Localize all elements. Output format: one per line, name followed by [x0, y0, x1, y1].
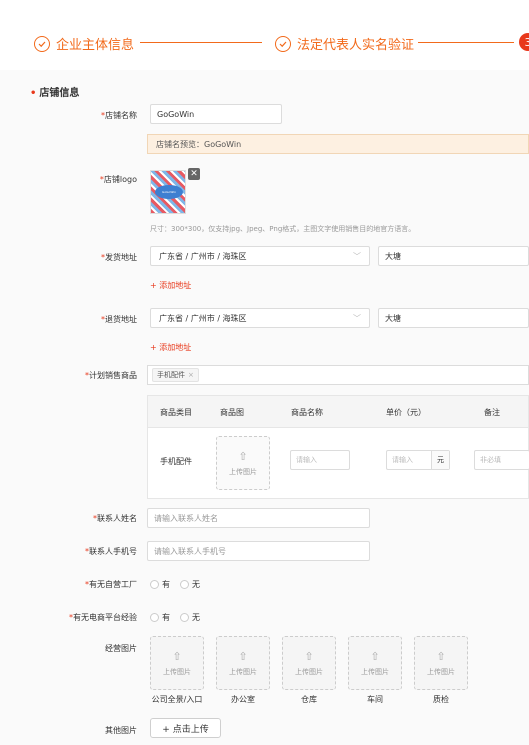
- th-name: 商品名称: [291, 408, 323, 417]
- close-icon[interactable]: ×: [188, 371, 194, 379]
- goods-table: 商品类目 商品图 商品名称 单价（元） 备注 手机配件 ⇧ 上传图片 请输入 请…: [147, 395, 529, 499]
- logo-hint: 尺寸：300*300，仅支持jpg、Jpeg、Png格式，主图文字使用销售目的地…: [150, 225, 416, 233]
- close-icon[interactable]: ✕: [188, 168, 200, 180]
- upload-label: 上传图片: [163, 667, 191, 676]
- contact-phone-label: *联系人手机号: [85, 547, 137, 556]
- step-label: 企业主体信息: [56, 38, 135, 53]
- contact-name-label: *联系人姓名: [93, 514, 137, 523]
- ecommerce-exp-label: *有无电商平台经验: [69, 613, 137, 622]
- add-return-address-link[interactable]: + 添加地址: [150, 342, 191, 353]
- price-unit: 元: [431, 451, 449, 469]
- shop-name-input[interactable]: GoGoWin: [150, 104, 282, 124]
- upload-icon: ⇧: [238, 649, 248, 663]
- step-connector: [140, 42, 262, 43]
- upload-icon: ⇧: [172, 649, 182, 663]
- upload-icon: ⇧: [370, 649, 380, 663]
- return-address-label: *退货地址: [101, 315, 137, 324]
- step-label: 法定代表人实名验证: [297, 38, 415, 53]
- return-region-select[interactable]: 广东省 / 广州市 / 海珠区 ﹀: [150, 308, 370, 328]
- ship-region-value: 广东省 / 广州市 / 海珠区: [159, 251, 247, 261]
- goods-remark-input[interactable]: 非必填: [474, 450, 529, 470]
- upload-label: 上传图片: [295, 667, 323, 676]
- return-region-value: 广东省 / 广州市 / 海珠区: [159, 313, 247, 323]
- radio-yes[interactable]: 有: [150, 612, 170, 623]
- upload-label: 上传图片: [427, 667, 455, 676]
- shop-name-label: *店铺名称: [101, 111, 137, 120]
- goods-image-upload[interactable]: ⇧ 上传图片: [216, 436, 270, 490]
- chevron-down-icon: ﹀: [353, 313, 361, 323]
- caption-company-entrance: 公司全景/入口: [151, 695, 203, 704]
- step-3-number: 3: [519, 33, 529, 51]
- radio-no[interactable]: 无: [180, 612, 200, 623]
- radio-yes[interactable]: 有: [150, 579, 170, 590]
- own-factory-label: *有无自营工厂: [85, 580, 137, 589]
- plan-goods-label: *计划销售商品: [85, 371, 137, 380]
- shop-logo-image[interactable]: GoGoWin: [150, 170, 186, 214]
- goods-name-input[interactable]: 请输入: [290, 450, 350, 470]
- th-price: 单价（元）: [386, 408, 426, 417]
- step-legal-rep-verification: 法定代表人实名验证: [275, 34, 414, 53]
- other-images-label: 其他图片: [105, 726, 137, 735]
- upload-icon: ⇧: [436, 649, 446, 663]
- step-enterprise-info: 企业主体信息: [34, 34, 134, 53]
- plan-goods-select[interactable]: 手机配件 ×: [147, 365, 529, 385]
- goods-price-input[interactable]: 请输入 元: [386, 450, 450, 470]
- caption-office: 办公室: [231, 695, 255, 704]
- business-images-label: 经营图片: [105, 644, 137, 653]
- add-ship-address-link[interactable]: + 添加地址: [150, 280, 191, 291]
- caption-workshop: 车间: [367, 695, 383, 704]
- upload-label: 上传图片: [229, 467, 257, 476]
- upload-office[interactable]: ⇧ 上传图片: [216, 636, 270, 690]
- upload-icon: ⇧: [238, 449, 248, 463]
- table-header: 商品类目 商品图 商品名称 单价（元） 备注: [148, 396, 528, 428]
- ship-address-label: *发货地址: [101, 253, 137, 262]
- upload-warehouse[interactable]: ⇧ 上传图片: [282, 636, 336, 690]
- upload-company-entrance[interactable]: ⇧ 上传图片: [150, 636, 204, 690]
- caption-quality-check: 质检: [433, 695, 449, 704]
- logo-text: GoGoWin: [155, 185, 183, 199]
- check-circle-icon: [275, 35, 291, 52]
- shop-name-preview: 店铺名预览：GoGoWin: [147, 134, 529, 154]
- ship-region-select[interactable]: 广东省 / 广州市 / 海珠区 ﹀: [150, 246, 370, 266]
- upload-label: 上传图片: [361, 667, 389, 676]
- radio-no[interactable]: 无: [180, 579, 200, 590]
- price-placeholder: 请输入: [392, 456, 413, 464]
- step-connector: [418, 42, 514, 43]
- upload-icon: ⇧: [304, 649, 314, 663]
- th-remark: 备注: [484, 408, 500, 417]
- click-upload-button[interactable]: + 点击上传: [150, 718, 221, 738]
- return-detail-input[interactable]: 大塘: [378, 308, 529, 328]
- caption-warehouse: 仓库: [301, 695, 317, 704]
- check-circle-icon: [34, 35, 50, 52]
- contact-name-input[interactable]: 请输入联系人姓名: [147, 508, 370, 528]
- th-image: 商品图: [220, 408, 244, 417]
- contact-phone-input[interactable]: 请输入联系人手机号: [147, 541, 370, 561]
- th-category: 商品类目: [160, 408, 192, 417]
- upload-workshop[interactable]: ⇧ 上传图片: [348, 636, 402, 690]
- shop-logo-label: *店铺logo: [99, 175, 137, 184]
- ecommerce-exp-radio-group: 有 无: [150, 612, 210, 623]
- section-title: • 店铺信息: [30, 88, 80, 99]
- goods-tag[interactable]: 手机配件 ×: [152, 368, 199, 382]
- upload-quality-check[interactable]: ⇧ 上传图片: [414, 636, 468, 690]
- upload-label: 上传图片: [229, 667, 257, 676]
- row-category: 手机配件: [160, 457, 192, 466]
- chevron-down-icon: ﹀: [353, 251, 361, 261]
- steps-bar: 企业主体信息 法定代表人实名验证 3: [0, 0, 529, 70]
- own-factory-radio-group: 有 无: [150, 579, 210, 590]
- ship-detail-input[interactable]: 大塘: [378, 246, 529, 266]
